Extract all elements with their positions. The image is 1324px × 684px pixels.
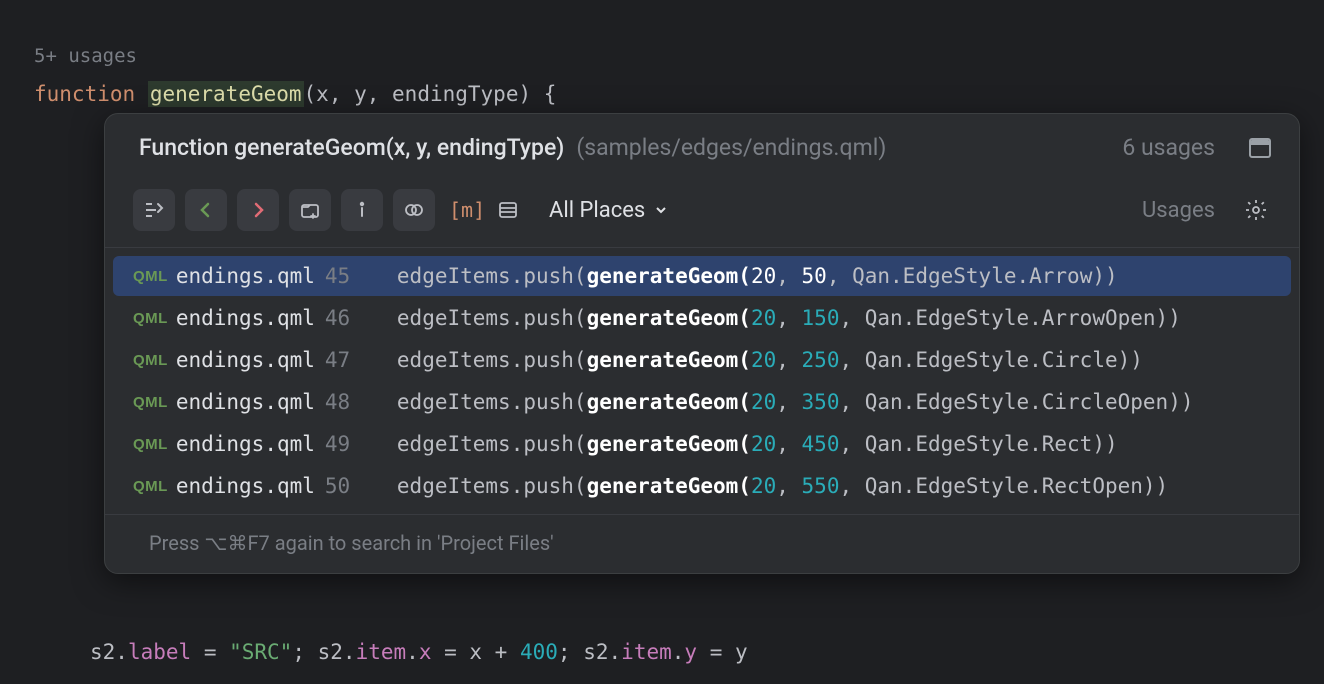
usages-toolbar: [m] All Places Usages bbox=[105, 181, 1299, 248]
ident-s2: s2 bbox=[90, 640, 115, 664]
usage-count-hint[interactable]: 5+ usages bbox=[34, 42, 1324, 71]
file-type-badge: QML bbox=[133, 310, 168, 327]
usage-file: endings.qml bbox=[176, 390, 315, 414]
popup-footer-hint: Press ⌥⌘F7 again to search in 'Project F… bbox=[105, 514, 1299, 573]
prop-label: label bbox=[128, 640, 191, 664]
usage-line-number: 48 bbox=[325, 390, 357, 414]
usage-line-number: 45 bbox=[325, 264, 357, 288]
file-type-badge: QML bbox=[133, 436, 168, 453]
usages-results-list: QML endings.qml 45 edgeItems.push(generateG… bbox=[105, 248, 1299, 514]
usages-popup: Function generateGeom(x, y, endingType) … bbox=[104, 113, 1300, 574]
function-params: (x, y, endingType) { bbox=[304, 82, 557, 106]
chevron-down-icon bbox=[653, 202, 669, 218]
usage-row[interactable]: QML endings.qml 50 edgeItems.push(generateG… bbox=[113, 466, 1291, 506]
function-signature-line: function generateGeom(x, y, endingType) … bbox=[34, 79, 1324, 111]
usage-row[interactable]: QML endings.qml 46 edgeItems.push(generateG… bbox=[113, 298, 1291, 338]
usage-code: edgeItems.push(generateGeom(20, 50, Qan.… bbox=[397, 264, 1118, 288]
usage-row[interactable]: QML endings.qml 49 edgeItems.push(generateG… bbox=[113, 424, 1291, 464]
file-type-badge: QML bbox=[133, 394, 168, 411]
usage-line-number: 50 bbox=[325, 474, 357, 498]
usage-line-number: 49 bbox=[325, 432, 357, 456]
keyword-function: function bbox=[34, 82, 135, 106]
file-type-badge: QML bbox=[133, 478, 168, 495]
usage-file: endings.qml bbox=[176, 348, 315, 372]
usage-code: edgeItems.push(generateGeom(20, 550, Qan… bbox=[397, 474, 1168, 498]
method-filter-icon[interactable]: [m] bbox=[449, 198, 477, 222]
usage-file: endings.qml bbox=[176, 474, 315, 498]
usage-row[interactable]: QML endings.qml 45 edgeItems.push(generateG… bbox=[113, 256, 1291, 296]
popup-header: Function generateGeom(x, y, endingType) … bbox=[105, 114, 1299, 181]
usage-line-number: 46 bbox=[325, 306, 357, 330]
usage-file: endings.qml bbox=[176, 432, 315, 456]
scope-label: All Places bbox=[549, 198, 645, 223]
open-in-tool-window-icon[interactable] bbox=[1249, 138, 1271, 158]
new-folder-button[interactable] bbox=[289, 189, 331, 231]
string-src: "SRC" bbox=[229, 640, 292, 664]
preview-pane-button[interactable] bbox=[487, 189, 529, 231]
usage-code: edgeItems.push(generateGeom(20, 450, Qan… bbox=[397, 432, 1118, 456]
usage-code: edgeItems.push(generateGeom(20, 150, Qan… bbox=[397, 306, 1181, 330]
usage-file: endings.qml bbox=[176, 306, 315, 330]
popup-usage-count: 6 usages bbox=[1122, 134, 1215, 161]
popup-title-fn: generateGeom(x, y, endingType) bbox=[234, 134, 564, 161]
popup-path: (samples/edges/endings.qml) bbox=[576, 134, 886, 161]
info-button[interactable] bbox=[341, 189, 383, 231]
usage-row[interactable]: QML endings.qml 48 edgeItems.push(generateG… bbox=[113, 382, 1291, 422]
usage-code: edgeItems.push(generateGeom(20, 250, Qan… bbox=[397, 348, 1143, 372]
popup-title-prefix: Function bbox=[139, 134, 234, 161]
usages-filter-label[interactable]: Usages bbox=[1142, 198, 1215, 223]
settings-button[interactable] bbox=[1235, 189, 1277, 231]
popup-title: Function generateGeom(x, y, endingType) bbox=[139, 134, 564, 161]
usage-line-number: 47 bbox=[325, 348, 357, 372]
usage-row[interactable]: QML endings.qml 47 edgeItems.push(generateG… bbox=[113, 340, 1291, 380]
expand-all-button[interactable] bbox=[133, 189, 175, 231]
function-name: generateGeom bbox=[148, 81, 304, 107]
usage-code: edgeItems.push(generateGeom(20, 350, Qan… bbox=[397, 390, 1194, 414]
next-usage-button[interactable] bbox=[237, 189, 279, 231]
usage-file: endings.qml bbox=[176, 264, 315, 288]
file-type-badge: QML bbox=[133, 352, 168, 369]
code-line-bottom: s2.label = "SRC"; s2.item.x = x + 400; s… bbox=[90, 640, 748, 664]
scope-dropdown[interactable]: All Places bbox=[549, 198, 669, 223]
prev-usage-button[interactable] bbox=[185, 189, 227, 231]
similar-usages-button[interactable] bbox=[393, 189, 435, 231]
file-type-badge: QML bbox=[133, 268, 168, 285]
